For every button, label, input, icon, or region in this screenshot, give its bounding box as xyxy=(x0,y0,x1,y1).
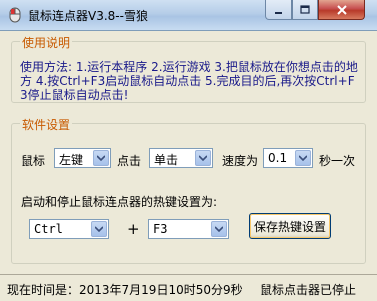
save-hotkey-button[interactable]: 保存热键设置 xyxy=(249,213,331,239)
speed-label: 速度为 xyxy=(222,154,259,168)
hotkey-modifier-select[interactable]: Ctrl xyxy=(29,219,109,239)
window-title: 鼠标连点器V3.8--雪狼 xyxy=(28,9,148,23)
close-button[interactable] xyxy=(318,0,365,20)
title-bar[interactable]: 鼠标连点器V3.8--雪狼 xyxy=(0,0,377,31)
chevron-down-icon[interactable] xyxy=(91,221,107,237)
usage-group-title: 使用说明 xyxy=(20,34,73,51)
mouse-app-icon xyxy=(9,7,21,23)
mouse-button-value: 左键 xyxy=(59,153,84,167)
hotkey-label: 启动和停止鼠标连点器的热键设置为: xyxy=(21,195,218,209)
hotkey-key-select[interactable]: F3 xyxy=(148,219,229,239)
status-separator xyxy=(0,274,377,275)
plus-sign: + xyxy=(127,220,140,238)
speed-value: 0.1 xyxy=(268,151,288,165)
chevron-down-icon[interactable] xyxy=(93,150,109,166)
speed-unit-label: 秒一次 xyxy=(319,154,356,168)
chevron-down-icon[interactable] xyxy=(295,150,311,166)
settings-group-title: 软件设置 xyxy=(20,116,73,133)
speed-select[interactable]: 0.1 xyxy=(263,148,313,168)
minimize-icon xyxy=(274,11,282,14)
chevron-down-icon[interactable] xyxy=(211,221,227,237)
hotkey-key-value: F3 xyxy=(153,222,168,236)
usage-group: 使用说明 使用方法: 1.运行本程序 2.运行游戏 3.把鼠标放在你想点击的地方… xyxy=(11,34,366,103)
chevron-down-icon[interactable] xyxy=(195,150,211,166)
usage-description: 使用方法: 1.运行本程序 2.运行游戏 3.把鼠标放在你想点击的地方 4.按C… xyxy=(20,60,358,102)
mouse-button-select[interactable]: 左键 xyxy=(54,148,111,168)
maximize-icon xyxy=(300,4,310,14)
minimize-button[interactable] xyxy=(265,0,292,20)
click-label: 点击 xyxy=(117,154,142,168)
clicker-state-status: 鼠标点击器已停止 xyxy=(260,283,357,297)
hotkey-modifier-value: Ctrl xyxy=(34,222,63,236)
current-time-status: 现在时间是：2013年7月19日10时50分9秒 xyxy=(7,283,243,297)
close-icon xyxy=(336,4,347,15)
mouse-label: 鼠标 xyxy=(21,154,46,168)
click-mode-select[interactable]: 单击 xyxy=(149,148,213,168)
click-mode-value: 单击 xyxy=(154,153,179,167)
main-window: 鼠标连点器V3.8--雪狼 使用说明 使用方法: 1.运行本程序 2.运行游戏 … xyxy=(0,0,377,301)
maximize-button[interactable] xyxy=(292,0,318,20)
